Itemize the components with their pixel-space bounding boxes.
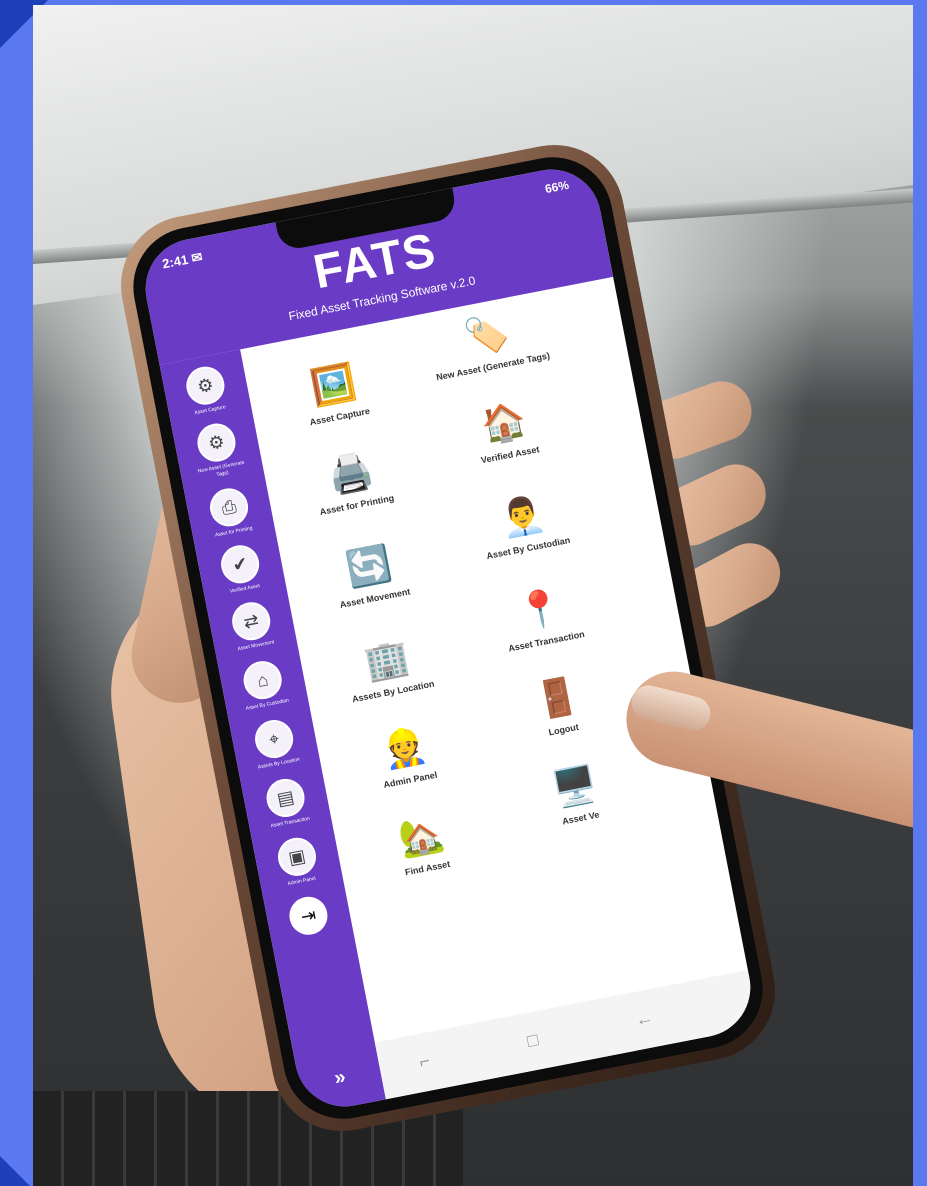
sidebar-item-asset-capture[interactable]: ⚙ Asset Capture bbox=[173, 361, 239, 419]
transaction-icon: ▤ bbox=[263, 775, 308, 821]
frame-corner bbox=[0, 1156, 30, 1186]
sidebar-item-label: Admin Panel bbox=[287, 875, 317, 888]
sidebar-item-label: Verified Asset bbox=[229, 583, 261, 595]
admin-icon: ▣ bbox=[274, 834, 320, 880]
sidebar-item-label: Asset Transaction bbox=[270, 815, 311, 830]
sidebar-item-logout[interactable]: ⇥ bbox=[276, 892, 340, 940]
recent-apps-button[interactable]: ⌐ bbox=[418, 1050, 432, 1073]
location-icon: ⌖ bbox=[251, 716, 297, 762]
movement-icon: 🔄 bbox=[342, 541, 395, 591]
sidebar-item-label: Asset Movement bbox=[237, 639, 275, 653]
sidebar-item-admin-panel[interactable]: ▣ Admin Panel bbox=[265, 833, 331, 891]
printer-icon: 🖨️ bbox=[324, 448, 377, 498]
tile-asset-verify[interactable]: 🖥️ Asset Ve bbox=[497, 750, 656, 838]
home-button[interactable]: □ bbox=[525, 1029, 540, 1052]
sidebar-item-asset-transaction[interactable]: ▤ Asset Transaction bbox=[253, 774, 319, 832]
tile-new-asset[interactable]: 🏷️ New Asset (Generate Tags) bbox=[409, 298, 568, 386]
back-button[interactable]: ← bbox=[633, 1007, 655, 1031]
logout-icon: 🚪 bbox=[531, 673, 584, 723]
sidebar-item-asset-movement[interactable]: ⇄ Asset Movement bbox=[219, 597, 285, 655]
custodian-icon: ⌂ bbox=[240, 657, 285, 703]
photo-background: 2:41 ✉ 66% FATS Fixed Asset Tracking Sof… bbox=[33, 5, 913, 1186]
tile-verified-asset[interactable]: 🏠 Verified Asset bbox=[426, 386, 585, 474]
tile-asset-transaction[interactable]: 📍 Asset Transaction bbox=[462, 573, 621, 661]
tile-asset-movement[interactable]: 🔄 Asset Movement bbox=[291, 530, 450, 618]
tag-icon: 🏷️ bbox=[460, 310, 513, 359]
sidebar-item-label: Asset Capture bbox=[194, 404, 227, 417]
sidebar-item-assets-location[interactable]: ⌖ Assets By Location bbox=[242, 715, 308, 773]
sidebar-item-new-asset[interactable]: ⚙ New Asset (Generate Tags) bbox=[184, 418, 251, 483]
location-icon: 🏢 bbox=[361, 635, 413, 684]
check-document-icon: ✔ bbox=[217, 542, 263, 587]
verify-icon: 🖥️ bbox=[548, 761, 601, 811]
sidebar-item-label: Assets By Location bbox=[257, 756, 301, 771]
gear-icon: ⚙ bbox=[183, 363, 228, 408]
logout-icon: ⇥ bbox=[286, 893, 331, 939]
tile-asset-custodian[interactable]: 👨‍💼 Asset By Custodian bbox=[444, 480, 603, 568]
tag-icon: ⚙ bbox=[194, 420, 239, 465]
tile-logout[interactable]: 🚪 Logout bbox=[479, 661, 638, 749]
sidebar-item-label: Asset By Custodian bbox=[245, 697, 290, 712]
capture-icon: 🖼️ bbox=[307, 360, 360, 410]
house-search-icon: 🏠 bbox=[478, 398, 530, 448]
custodian-icon: 👨‍💼 bbox=[496, 491, 549, 541]
tile-admin-panel[interactable]: 👷 Admin Panel bbox=[326, 711, 485, 799]
sidebar-item-asset-custodian[interactable]: ⌂ Asset By Custodian bbox=[231, 656, 297, 714]
status-battery: 66% bbox=[543, 177, 571, 197]
tile-asset-capture[interactable]: 🖼️ Asset Capture bbox=[256, 348, 415, 436]
tile-asset-printing[interactable]: 🖨️ Asset for Printing bbox=[273, 437, 432, 525]
movement-icon: ⇄ bbox=[228, 598, 274, 644]
house-search-icon: 🏡 bbox=[395, 811, 448, 861]
sidebar-item-label: Asset for Printing bbox=[214, 525, 254, 539]
printer-icon: ⎙ bbox=[206, 485, 252, 530]
sidebar-item-label: New Asset (Generate Tags) bbox=[197, 459, 246, 479]
admin-icon: 👷 bbox=[378, 723, 431, 773]
transaction-icon: 📍 bbox=[514, 584, 567, 634]
tile-assets-location[interactable]: 🏢 Assets By Location bbox=[309, 623, 468, 711]
sidebar-expand-button[interactable]: » bbox=[298, 1059, 383, 1097]
sidebar-item-verified-asset[interactable]: ✔ Verified Asset bbox=[208, 540, 274, 598]
tile-find-asset[interactable]: 🏡 Find Asset bbox=[343, 800, 502, 888]
sidebar-item-asset-printing[interactable]: ⎙ Asset for Printing bbox=[197, 483, 263, 541]
